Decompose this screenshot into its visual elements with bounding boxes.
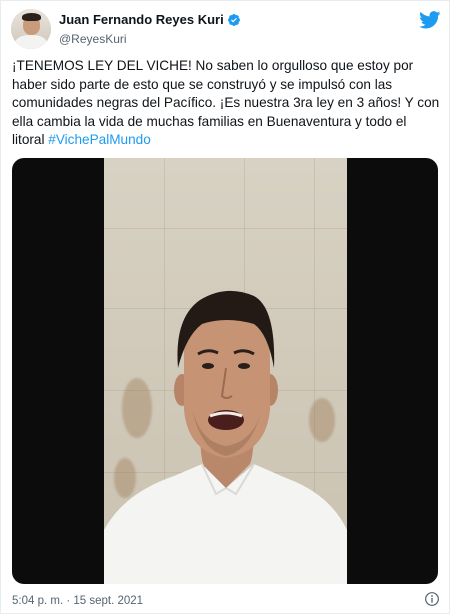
tweet-header: Juan Fernando Reyes Kuri @ReyesKuri <box>11 9 441 49</box>
twitter-bird-icon[interactable] <box>419 11 441 29</box>
author-handle[interactable]: @ReyesKuri <box>59 31 241 47</box>
speaker-figure <box>104 290 347 584</box>
tweet-timestamp[interactable]: 5:04 p. m. · 15 sept. 2021 <box>12 595 143 607</box>
video-frame <box>104 158 347 584</box>
avatar[interactable] <box>11 9 51 49</box>
video-player[interactable] <box>12 158 438 584</box>
hashtag-link[interactable]: #VichePalMundo <box>48 132 151 147</box>
author-display-name[interactable]: Juan Fernando Reyes Kuri <box>59 11 224 28</box>
tweet-text: ¡TENEMOS LEY DEL VICHE! No saben lo orgu… <box>12 57 440 150</box>
info-icon[interactable] <box>424 591 440 607</box>
author-names: Juan Fernando Reyes Kuri @ReyesKuri <box>59 11 241 47</box>
verified-badge-icon <box>227 13 240 26</box>
tweet-card: Juan Fernando Reyes Kuri @ReyesKuri ¡TEN… <box>0 0 450 614</box>
tweet-footer: 5:04 p. m. · 15 sept. 2021 <box>12 591 440 609</box>
